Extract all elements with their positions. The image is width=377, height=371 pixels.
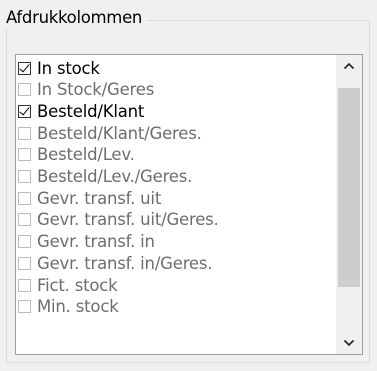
checkmark-icon: [19, 104, 30, 116]
list-item-label: Besteld/Lev./Geres.: [37, 167, 193, 186]
checkbox[interactable]: [18, 235, 31, 249]
chevron-up-icon: [343, 62, 355, 70]
list-item-label: Fict. stock: [37, 275, 118, 295]
list-item[interactable]: In Stock/Geres: [18, 79, 334, 101]
list-item[interactable]: In stock: [18, 57, 334, 79]
list-item-label: Min. stock: [37, 297, 119, 317]
print-columns-listbox[interactable]: In stock In Stock/Geres Besteld/Klant Beste…: [15, 54, 363, 355]
checkbox[interactable]: [18, 191, 31, 205]
scroll-up-button[interactable]: [336, 55, 362, 77]
list-item-label: Gevr. transf. uit/Geres.: [37, 210, 219, 230]
checkbox[interactable]: [18, 213, 31, 227]
list-item-label: Besteld/Lev.: [37, 145, 135, 165]
list-item-label: Gevr. transf. in/Geres.: [37, 253, 213, 273]
list-item-label: In Stock/Geres: [37, 80, 155, 100]
list-item-label: Gevr. transf. in: [37, 232, 155, 252]
checkbox[interactable]: [18, 256, 31, 270]
list-item[interactable]: Gevr. transf. in/Geres.: [18, 252, 334, 274]
checkbox[interactable]: [18, 300, 31, 314]
checkbox[interactable]: [18, 126, 31, 140]
checkbox[interactable]: [18, 148, 31, 162]
groupbox-title: Afdrukkolommen: [6, 7, 147, 29]
list-item[interactable]: Gevr. transf. uit/Geres.: [18, 209, 334, 231]
scrollbar-thumb[interactable]: [338, 88, 360, 287]
list-item-label: Besteld/Klant: [37, 101, 145, 121]
checkbox[interactable]: [18, 278, 31, 292]
list-item-label: In stock: [37, 58, 100, 78]
vertical-scrollbar[interactable]: [336, 55, 362, 354]
checkbox[interactable]: [18, 104, 31, 118]
list-item[interactable]: Besteld/Lev./Geres.: [18, 166, 334, 188]
checkbox-list: In stock In Stock/Geres Besteld/Klant Beste…: [16, 55, 336, 354]
checkbox[interactable]: [18, 83, 31, 97]
scroll-down-button[interactable]: [336, 332, 362, 354]
list-item-label: Gevr. transf. uit: [37, 188, 162, 208]
list-item[interactable]: Min. stock: [18, 296, 334, 318]
list-item[interactable]: Besteld/Lev.: [18, 144, 334, 166]
checkbox[interactable]: [18, 170, 31, 183]
list-item[interactable]: Fict. stock: [18, 274, 334, 296]
list-item[interactable]: Besteld/Klant: [18, 100, 334, 122]
checkbox[interactable]: [18, 61, 31, 75]
chevron-down-icon: [343, 339, 355, 347]
list-item[interactable]: Gevr. transf. in: [18, 231, 334, 253]
list-item[interactable]: Gevr. transf. uit: [18, 187, 334, 209]
checkmark-icon: [19, 61, 30, 72]
list-item[interactable]: Besteld/Klant/Geres.: [18, 122, 334, 144]
list-item-label: Besteld/Klant/Geres.: [37, 123, 202, 143]
